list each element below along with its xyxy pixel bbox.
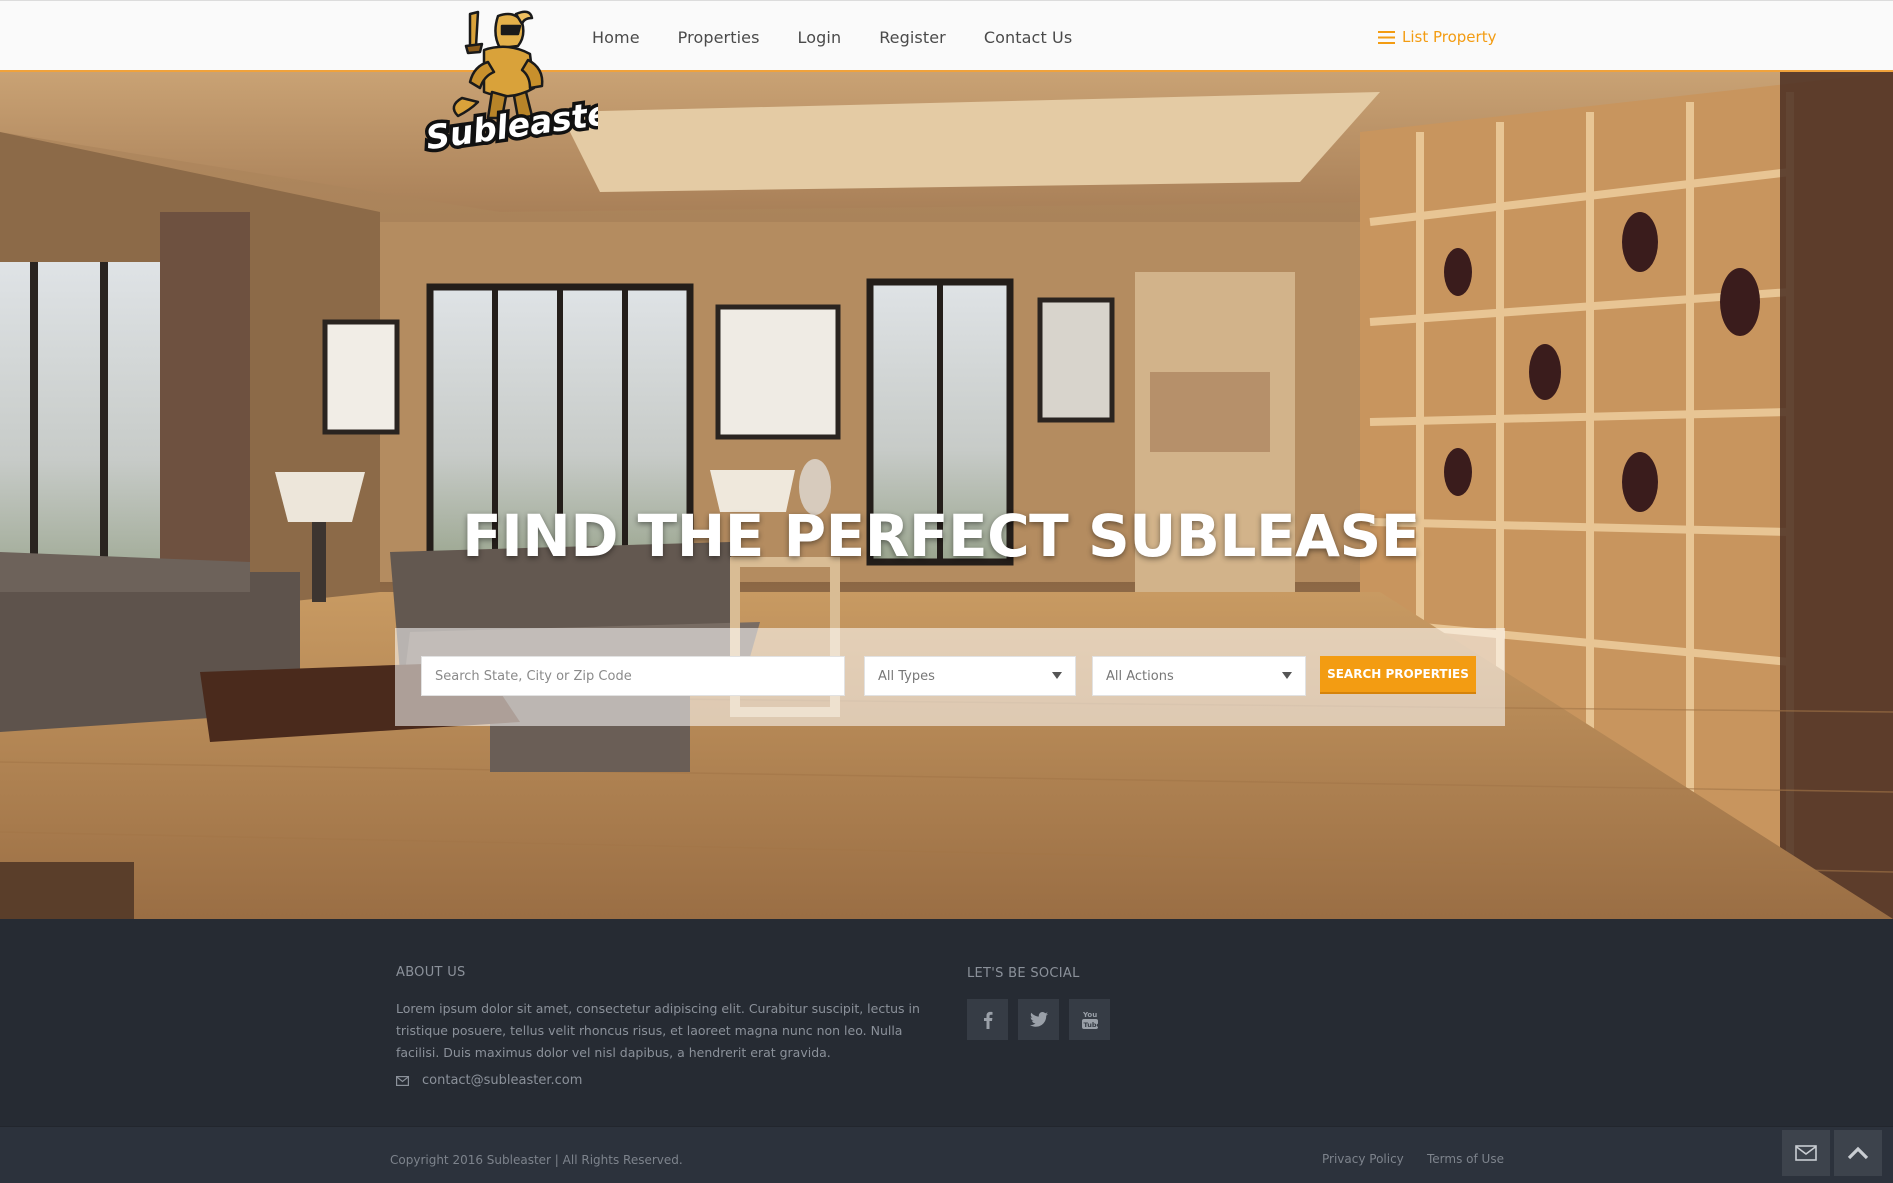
about-us-text: Lorem ipsum dolor sit amet, consectetur …: [396, 1001, 920, 1060]
contact-float-button[interactable]: [1782, 1130, 1830, 1176]
nav-login[interactable]: Login: [798, 28, 842, 47]
twitter-button[interactable]: [1018, 999, 1059, 1040]
about-us-heading: ABOUT US: [396, 965, 466, 980]
nav-contact-us[interactable]: Contact Us: [984, 28, 1072, 47]
property-action-select[interactable]: All Actions: [1092, 656, 1306, 696]
contact-email-row: contact@subleaster.com: [396, 1073, 582, 1088]
site-footer: ABOUT US Lorem ipsum dolor sit amet, con…: [0, 919, 1893, 1126]
copyright-text: Copyright 2016 Subleaster | All Rights R…: [390, 1153, 683, 1167]
caret-down-icon: [1282, 672, 1292, 679]
facebook-icon: [983, 1011, 992, 1029]
property-type-select[interactable]: All Types: [864, 656, 1076, 696]
chevron-up-icon: [1847, 1146, 1869, 1160]
menu-icon: [1378, 30, 1395, 44]
property-type-value: All Types: [878, 668, 935, 684]
privacy-policy-link[interactable]: Privacy Policy: [1322, 1152, 1404, 1166]
facebook-button[interactable]: [967, 999, 1008, 1040]
svg-text:You: You: [1082, 1011, 1097, 1019]
subleaster-logo[interactable]: Subleaster: [418, 6, 598, 156]
search-properties-button[interactable]: SEARCH PROPERTIES: [1320, 656, 1476, 694]
youtube-icon: You Tube: [1081, 1011, 1098, 1029]
hero-section: FIND THE PERFECT SUBLEASE All Types All …: [0, 72, 1893, 919]
nav-properties[interactable]: Properties: [678, 28, 760, 47]
svg-text:Tube: Tube: [1083, 1021, 1098, 1029]
contact-email-link[interactable]: contact@subleaster.com: [422, 1073, 582, 1088]
terms-of-use-link[interactable]: Terms of Use: [1427, 1152, 1504, 1166]
back-to-top-button[interactable]: [1834, 1130, 1882, 1176]
property-search-panel: All Types All Actions SEARCH PROPERTIES: [395, 628, 1505, 726]
caret-down-icon: [1052, 672, 1062, 679]
hero-background-image: [0, 72, 1893, 919]
main-nav: Home Properties Login Register Contact U…: [592, 1, 1110, 73]
nav-home[interactable]: Home: [592, 28, 640, 47]
nav-register[interactable]: Register: [879, 28, 946, 47]
list-property-label: List Property: [1402, 28, 1497, 46]
envelope-icon: [396, 1075, 409, 1086]
site-header: Home Properties Login Register Contact U…: [0, 0, 1893, 72]
logo-wordmark: Subleaster: [423, 90, 598, 156]
list-property-link[interactable]: List Property: [1378, 1, 1496, 73]
footer-bottom-bar: Copyright 2016 Subleaster | All Rights R…: [0, 1126, 1893, 1183]
social-heading: LET'S BE SOCIAL: [967, 966, 1080, 981]
social-links: You Tube: [967, 999, 1120, 1040]
twitter-icon: [1029, 1012, 1048, 1027]
youtube-button[interactable]: You Tube: [1069, 999, 1110, 1040]
property-action-value: All Actions: [1106, 668, 1174, 684]
location-search-input[interactable]: [421, 656, 845, 696]
envelope-icon: [1795, 1145, 1817, 1161]
hero-title: FIND THE PERFECT SUBLEASE: [462, 502, 1420, 570]
